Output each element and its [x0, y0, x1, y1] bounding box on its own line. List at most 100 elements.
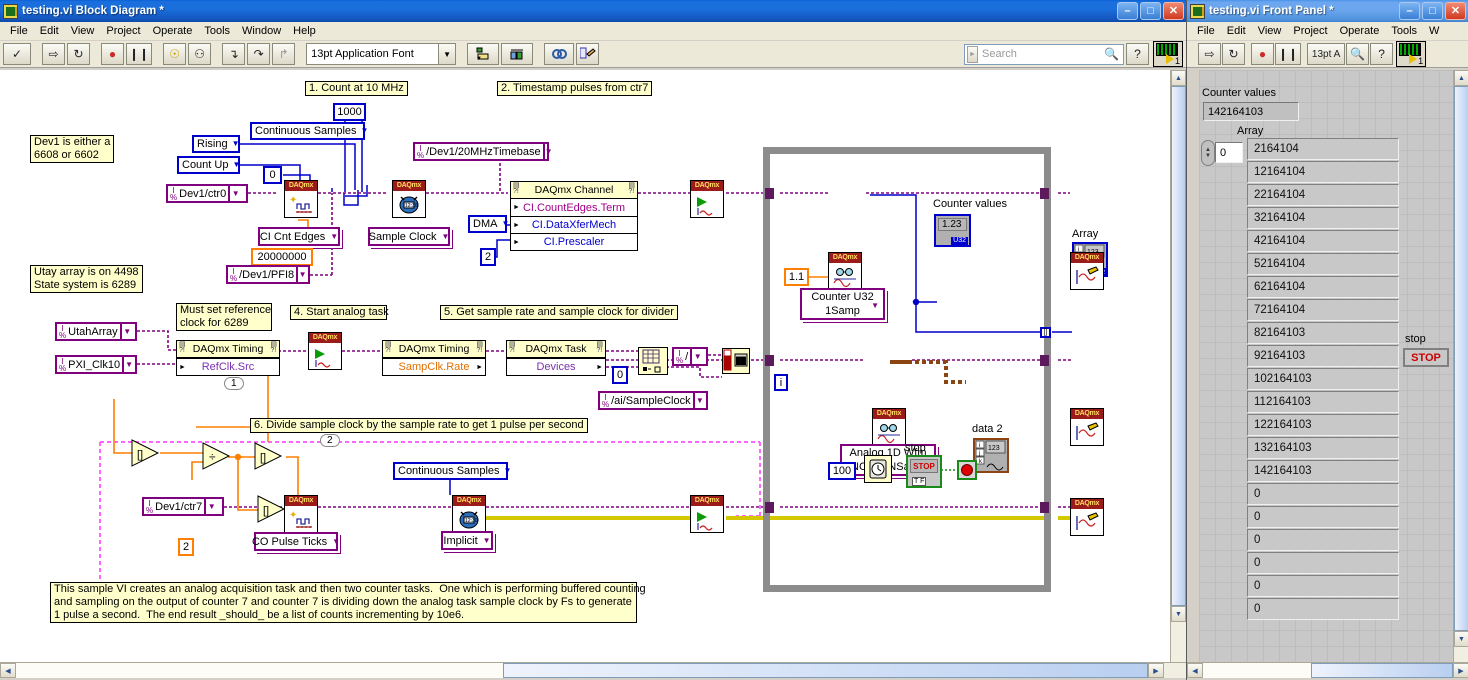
- block-diagram-titlebar[interactable]: testing.vi Block Diagram * – □ ✕: [0, 0, 1186, 22]
- enum-rising[interactable]: Rising ▼: [192, 135, 240, 153]
- loop-tunnel-right-3[interactable]: [1040, 502, 1049, 513]
- menu-window[interactable]: Window: [236, 23, 287, 39]
- highlight-execution-button[interactable]: ☉: [163, 43, 187, 65]
- property-row-data-xfer-mech[interactable]: ► CI.DataXferMech: [511, 216, 637, 233]
- loop-tunnel-left-3[interactable]: [765, 502, 774, 513]
- chevron-down-icon[interactable]: ▼: [330, 232, 338, 241]
- array-index-stepper[interactable]: ▲ ▼: [1201, 140, 1215, 166]
- maximize-button[interactable]: □: [1140, 2, 1161, 20]
- menu-view[interactable]: View: [65, 23, 101, 39]
- const-2-dma[interactable]: 2: [480, 248, 496, 266]
- chevron-down-icon[interactable]: ▼: [441, 232, 449, 241]
- daqmx-start-task-vi-3[interactable]: DAQmx: [690, 495, 724, 533]
- menu-operate[interactable]: Operate: [147, 23, 199, 39]
- scroll-right-arrow-icon[interactable]: ▶: [1453, 663, 1468, 678]
- vertical-scroll-thumb[interactable]: [1171, 86, 1186, 606]
- daqmx-timing-vi[interactable]: DAQmx 12:30: [392, 180, 426, 218]
- daqmx-create-channel-vi-2[interactable]: DAQmx ✦: [284, 495, 318, 533]
- chevron-down-icon[interactable]: ▼: [542, 144, 553, 159]
- cleanup-diagram-button[interactable]: [576, 43, 600, 65]
- property-row-refclk-src[interactable]: ► RefClk.Src: [177, 358, 279, 375]
- enum-count-up[interactable]: Count Up ▼: [177, 156, 240, 174]
- pause-button[interactable]: ❙❙: [1275, 43, 1302, 65]
- minimize-button[interactable]: –: [1117, 2, 1138, 20]
- horizontal-scroll-thumb[interactable]: [1311, 663, 1453, 678]
- menu-file[interactable]: File: [1191, 23, 1221, 39]
- scroll-right-arrow-icon[interactable]: ▶: [1148, 663, 1164, 678]
- run-continuously-button[interactable]: ↻: [67, 43, 90, 65]
- menu-project[interactable]: Project: [100, 23, 146, 39]
- const-2-divide[interactable]: 2: [178, 538, 194, 556]
- chevron-down-icon[interactable]: ▼: [483, 536, 491, 545]
- io-name-dev1-20mhz-timebase[interactable]: I% /Dev1/20MHzTimebase ▼: [413, 142, 553, 161]
- property-node-daqmx-channel[interactable]: ▤?! DAQmx Channel ▤?! ► CI.CountEdges.Te…: [510, 181, 638, 251]
- abort-button[interactable]: ●: [1251, 43, 1274, 65]
- ring-implicit[interactable]: Implicit ▼: [441, 531, 493, 550]
- menu-tools[interactable]: Tools: [198, 23, 236, 39]
- daqmx-clear-task-vi-1[interactable]: DAQmx: [1070, 252, 1104, 290]
- chevron-down-icon[interactable]: ▼: [504, 464, 512, 478]
- indicator-data2[interactable]: i j k 123: [973, 438, 1009, 473]
- step-over-button[interactable]: ↷: [247, 43, 271, 65]
- property-row-devices[interactable]: Devices ►: [507, 358, 605, 375]
- search-icon[interactable]: 🔍: [1346, 43, 1370, 65]
- vi-icon[interactable]: 1: [1396, 41, 1427, 67]
- pause-button[interactable]: ❙❙: [126, 43, 153, 65]
- menu-edit[interactable]: Edit: [34, 23, 65, 39]
- wait-ms-function[interactable]: [864, 455, 892, 483]
- scroll-up-arrow-icon[interactable]: ▲: [1454, 70, 1468, 86]
- search-icon[interactable]: 🔍: [1104, 47, 1123, 61]
- property-row-prescaler[interactable]: ► CI.Prescaler: [511, 233, 637, 250]
- font-selector[interactable]: 13pt Application Font ▼: [306, 43, 457, 65]
- io-name-dev1-ctr0[interactable]: I% Dev1/ctr0 ▼: [166, 184, 248, 203]
- chevron-down-icon[interactable]: ▼: [692, 393, 705, 408]
- align-objects-button[interactable]: ▼: [467, 43, 500, 65]
- search-grip-icon[interactable]: ►: [967, 45, 978, 63]
- io-name-slash[interactable]: I% / ▼: [672, 347, 708, 366]
- const-1-1[interactable]: 1.1: [784, 268, 809, 286]
- concatenate-strings-function[interactable]: ██: [722, 348, 750, 374]
- ring-sample-clock[interactable]: Sample Clock ▼: [368, 227, 450, 246]
- daqmx-clear-task-vi-2[interactable]: DAQmx: [1070, 408, 1104, 446]
- retain-wire-values-button[interactable]: ⚇: [188, 43, 212, 65]
- const-0-a[interactable]: 0: [263, 166, 282, 184]
- chevron-down-icon[interactable]: ▼: [690, 349, 703, 364]
- chevron-down-icon[interactable]: ▼: [122, 357, 134, 372]
- step-into-button[interactable]: ↴: [222, 43, 246, 65]
- chevron-down-icon[interactable]: ▼: [871, 299, 879, 313]
- chevron-down-icon[interactable]: ▼: [501, 217, 509, 231]
- ring-co-pulse-ticks[interactable]: CO Pulse Ticks ▼: [252, 532, 340, 551]
- menu-file[interactable]: File: [4, 23, 34, 39]
- loop-tunnel-right-2[interactable]: [1040, 355, 1049, 366]
- font-selector[interactable]: 13pt A: [1307, 43, 1346, 65]
- ring-ci-cnt-edges[interactable]: CI Cnt Edges ▼: [258, 227, 340, 246]
- enum-dma[interactable]: DMA ▼: [468, 215, 509, 233]
- vi-icon[interactable]: 1: [1153, 41, 1183, 67]
- loop-tunnel-array-index[interactable]: []: [1040, 327, 1051, 338]
- help-button[interactable]: ?: [1370, 43, 1394, 65]
- chevron-down-icon[interactable]: ▼: [232, 137, 240, 151]
- stepper-down-icon[interactable]: ▼: [1205, 153, 1211, 159]
- horizontal-scroll-thumb[interactable]: [503, 663, 1148, 678]
- maximize-button[interactable]: □: [1422, 2, 1443, 20]
- loop-tunnel-left-2[interactable]: [765, 355, 774, 366]
- menu-help[interactable]: Help: [287, 23, 322, 39]
- daqmx-clear-task-vi-3[interactable]: DAQmx: [1070, 498, 1104, 536]
- diagram-horizontal-scrollbar[interactable]: ◀ ▶: [0, 662, 1186, 678]
- run-button[interactable]: ⇨: [42, 43, 65, 65]
- menu-operate[interactable]: Operate: [1334, 23, 1386, 39]
- menu-edit[interactable]: Edit: [1221, 23, 1252, 39]
- daqmx-start-task-vi-2[interactable]: DAQmx: [308, 332, 342, 370]
- io-name-dev1-pfi8[interactable]: I% /Dev1/PFI8 ▼: [226, 265, 310, 284]
- menu-window[interactable]: W: [1423, 23, 1445, 39]
- stop-button[interactable]: STOP: [1403, 348, 1449, 367]
- chevron-down-icon[interactable]: ▼: [438, 44, 456, 64]
- minimize-button[interactable]: –: [1399, 2, 1420, 20]
- array-index-field[interactable]: 0: [1215, 142, 1243, 163]
- daqmx-read-vi-counter[interactable]: DAQmx: [828, 252, 862, 290]
- chevron-down-icon[interactable]: ▼: [204, 499, 217, 514]
- scroll-down-arrow-icon[interactable]: ▼: [1454, 631, 1468, 647]
- enum-continuous-samples-bottom[interactable]: Continuous Samples ▼: [393, 462, 511, 480]
- search-input[interactable]: ► Search 🔍: [964, 43, 1124, 65]
- front-panel-titlebar[interactable]: testing.vi Front Panel * – □ ✕: [1187, 0, 1468, 22]
